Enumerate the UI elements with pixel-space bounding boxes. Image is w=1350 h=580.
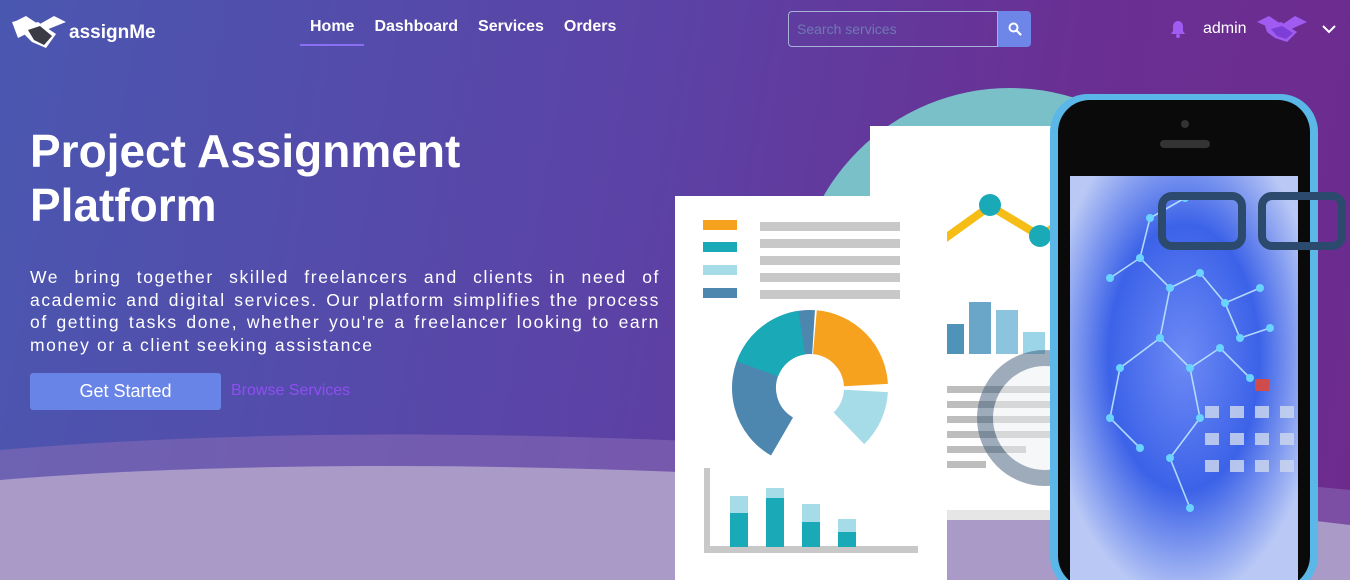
browse-services-link[interactable]: Browse Services bbox=[231, 382, 350, 400]
hero-title: Project Assignment Platform bbox=[30, 125, 461, 231]
hero-description: We bring together skilled freelancers an… bbox=[30, 267, 660, 355]
search-input[interactable] bbox=[788, 11, 998, 47]
search-button[interactable] bbox=[998, 11, 1031, 47]
user-menu: admin bbox=[1170, 14, 1337, 44]
bell-icon[interactable] bbox=[1170, 20, 1186, 38]
nav-orders[interactable]: Orders bbox=[554, 18, 626, 46]
chevron-down-icon[interactable] bbox=[1321, 21, 1337, 37]
main-nav: Home Dashboard Services Orders bbox=[300, 18, 626, 46]
handshake-icon bbox=[12, 16, 66, 48]
nav-dashboard[interactable]: Dashboard bbox=[364, 18, 468, 46]
navbar: assignMe Home Dashboard Services Orders … bbox=[0, 0, 1350, 58]
analytics-illustration bbox=[675, 88, 1346, 580]
username[interactable]: admin bbox=[1203, 20, 1247, 38]
brand-name: assignMe bbox=[69, 22, 156, 43]
nav-services[interactable]: Services bbox=[468, 18, 554, 46]
handshake-icon[interactable] bbox=[1256, 14, 1307, 44]
nav-home[interactable]: Home bbox=[300, 18, 365, 46]
brand-logo[interactable]: assignMe bbox=[12, 12, 156, 52]
search-icon bbox=[1008, 22, 1022, 36]
search-form bbox=[788, 11, 1031, 47]
get-started-button[interactable]: Get Started bbox=[30, 373, 221, 410]
